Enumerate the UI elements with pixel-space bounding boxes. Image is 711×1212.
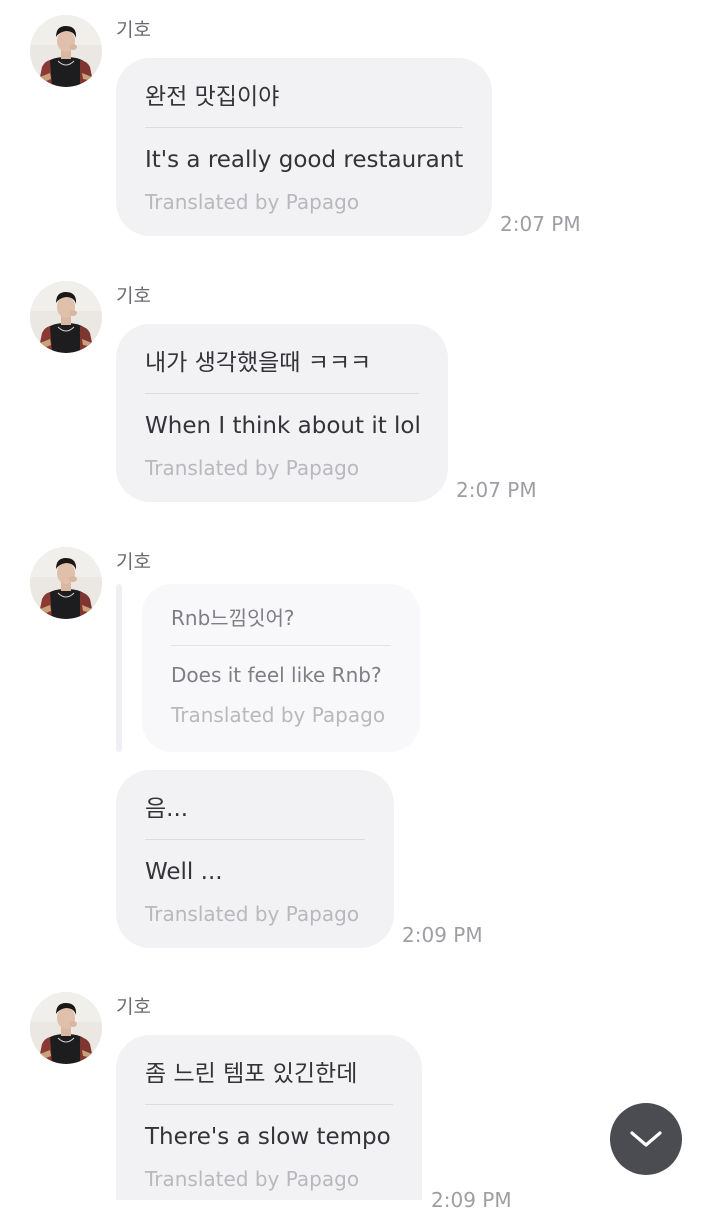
avatar-image bbox=[30, 281, 102, 353]
translated-by-label: Translated by Papago bbox=[145, 456, 360, 480]
avatar[interactable] bbox=[30, 547, 102, 619]
message-original: 좀 느린 템포 있긴한데 bbox=[145, 1061, 358, 1087]
chevron-down-icon bbox=[630, 1131, 662, 1147]
scroll-to-bottom-button[interactable] bbox=[610, 1103, 682, 1175]
message-translation: It's a really good restaurant bbox=[145, 147, 464, 173]
avatar[interactable] bbox=[30, 15, 102, 87]
message-time: 2:09 PM bbox=[431, 1188, 512, 1212]
message-time: 2:07 PM bbox=[456, 478, 537, 502]
message-original: 내가 생각했을때 ㅋㅋㅋ bbox=[145, 350, 372, 376]
quoted-translation: Does it feel like Rnb? bbox=[171, 663, 382, 687]
sender-name: 기호 bbox=[116, 19, 151, 41]
message-bubble[interactable]: 내가 생각했을때 ㅋㅋㅋ When I think about it lol T… bbox=[116, 324, 448, 502]
quoted-original: Rnb느낌잇어? bbox=[171, 606, 295, 630]
translated-by-label: Translated by Papago bbox=[145, 1167, 360, 1191]
message-original: 음... bbox=[145, 796, 189, 822]
translation-divider bbox=[145, 127, 463, 128]
translated-by-label: Translated by Papago bbox=[145, 902, 360, 926]
message-bubble[interactable]: 음... Well ... Translated by Papago bbox=[116, 770, 394, 948]
message-bubble[interactable]: 완전 맛집이야 It's a really good restaurant Tr… bbox=[116, 58, 492, 236]
message-translation: When I think about it lol bbox=[145, 413, 421, 439]
message-bubble[interactable]: 좀 느린 템포 있긴한데 There's a slow tempo Transl… bbox=[116, 1035, 422, 1200]
message-translation: There's a slow tempo bbox=[145, 1124, 391, 1150]
quote-bar bbox=[116, 584, 122, 752]
avatar[interactable] bbox=[30, 992, 102, 1064]
translation-divider bbox=[145, 1104, 393, 1105]
message-time: 2:09 PM bbox=[402, 923, 483, 947]
avatar-image bbox=[30, 992, 102, 1064]
sender-name: 기호 bbox=[116, 996, 151, 1018]
avatar-image bbox=[30, 547, 102, 619]
quoted-message[interactable]: Rnb느낌잇어? Does it feel like Rnb? Translat… bbox=[142, 584, 420, 752]
message-translation: Well ... bbox=[145, 859, 223, 885]
quote-divider bbox=[171, 645, 391, 646]
translated-by-label: Translated by Papago bbox=[145, 190, 360, 214]
translation-divider bbox=[145, 393, 419, 394]
message-original: 완전 맛집이야 bbox=[145, 84, 280, 110]
sender-name: 기호 bbox=[116, 551, 151, 573]
avatar-image bbox=[30, 15, 102, 87]
translation-divider bbox=[145, 839, 365, 840]
avatar[interactable] bbox=[30, 281, 102, 353]
sender-name: 기호 bbox=[116, 285, 151, 307]
message-time: 2:07 PM bbox=[500, 212, 581, 236]
quoted-translated-by-label: Translated by Papago bbox=[171, 703, 386, 727]
